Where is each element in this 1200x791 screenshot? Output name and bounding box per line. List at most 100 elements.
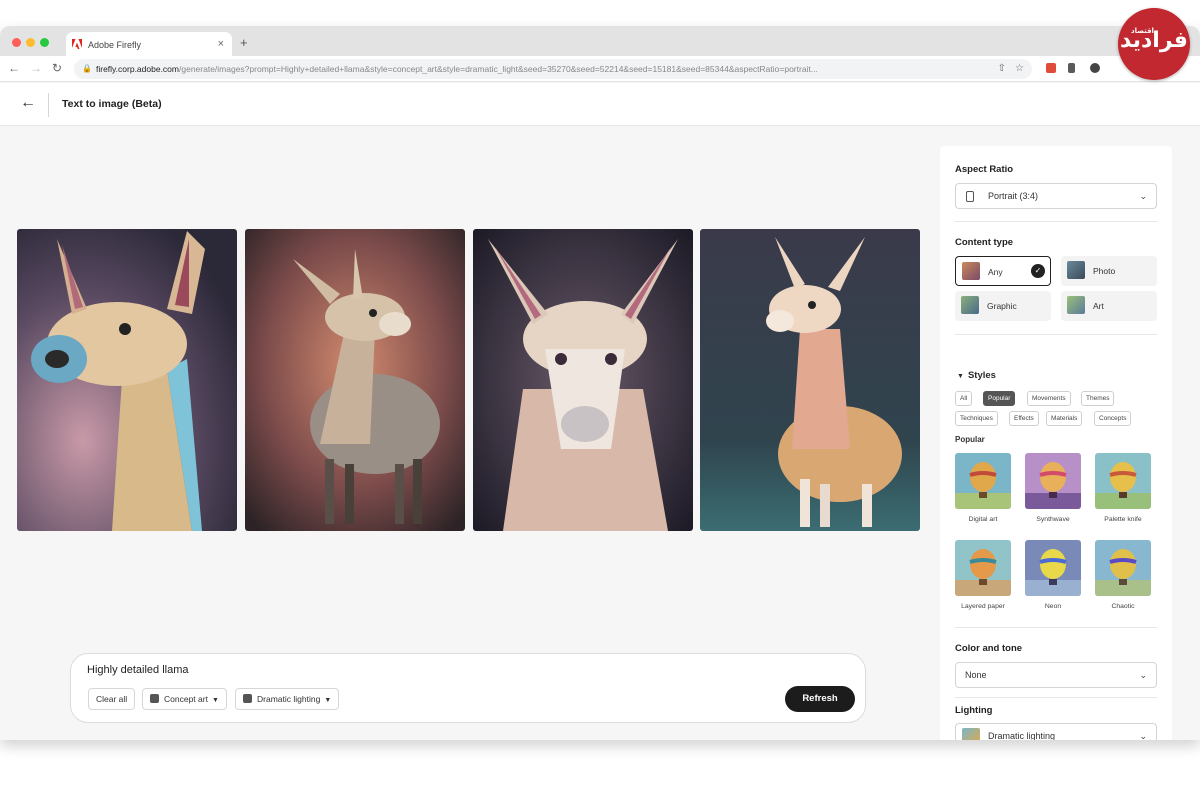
generated-image-2[interactable] xyxy=(245,229,465,531)
divider xyxy=(955,221,1157,222)
style-label: Layered paper xyxy=(961,603,1005,610)
divider xyxy=(955,334,1157,335)
style-tab-movements[interactable]: Movements xyxy=(1027,391,1071,406)
style-synthwave[interactable] xyxy=(1025,453,1081,509)
page-title: Text to image (Beta) xyxy=(62,98,162,110)
url-domain: firefly.corp.adobe.com xyxy=(96,64,179,74)
address-bar[interactable]: 🔒 firefly.corp.adobe.com/generate/images… xyxy=(74,59,1032,79)
browser-window: Adobe Firefly × + ← → ↻ 🔒 firefly.corp.a… xyxy=(0,26,1200,740)
content-thumb xyxy=(961,296,979,314)
aspect-ratio-title: Aspect Ratio xyxy=(955,164,1014,175)
content-type-title: Content type xyxy=(955,237,1014,248)
style-label: Palette knife xyxy=(1104,516,1142,523)
chevron-down-icon: ⌄ xyxy=(1139,731,1147,740)
lighting-select[interactable]: Dramatic lighting ⌄ xyxy=(955,723,1157,740)
new-tab-icon[interactable]: + xyxy=(240,35,248,50)
close-tab-icon[interactable]: × xyxy=(218,38,224,50)
clear-all-button[interactable]: Clear all xyxy=(88,688,136,710)
close-window-icon[interactable] xyxy=(12,38,21,47)
style-tab-effects[interactable]: Effects xyxy=(1009,411,1039,426)
chevron-down-icon: ▼ xyxy=(211,697,219,704)
maximize-window-icon[interactable] xyxy=(40,38,49,47)
chip-dramatic-lighting[interactable]: Dramatic lighting ▼ xyxy=(235,688,340,710)
back-arrow-icon[interactable]: ← xyxy=(20,94,36,112)
style-label: Chaotic xyxy=(1111,603,1135,610)
content-type-graphic[interactable]: Graphic xyxy=(955,291,1051,321)
chip-concept-art[interactable]: Concept art ▼ xyxy=(142,688,227,710)
style-tab-concepts[interactable]: Concepts xyxy=(1094,411,1132,426)
aspect-ratio-select[interactable]: Portrait (3:4) ⌄ xyxy=(955,183,1157,209)
style-layered-paper[interactable] xyxy=(955,540,1011,596)
content-type-any[interactable]: Any ✓ xyxy=(955,256,1051,286)
watermark-logo: اقتصاد فرادید xyxy=(1118,8,1190,80)
content-thumb xyxy=(1067,296,1085,314)
style-tab-themes[interactable]: Themes xyxy=(1081,391,1115,406)
minimize-window-icon[interactable] xyxy=(26,38,35,47)
color-tone-select[interactable]: None ⌄ xyxy=(955,662,1157,688)
generated-image-1[interactable] xyxy=(17,229,237,531)
divider xyxy=(955,627,1157,628)
portrait-icon xyxy=(966,191,974,202)
style-label: Digital art xyxy=(968,516,998,523)
content-type-art[interactable]: Art xyxy=(1061,291,1157,321)
generated-image-3[interactable] xyxy=(473,229,693,531)
watermark-sup: اقتصاد xyxy=(1131,27,1154,35)
style-neon[interactable] xyxy=(1025,540,1081,596)
header-divider xyxy=(48,93,49,117)
content-type-label: Photo xyxy=(1093,266,1116,276)
style-chaotic[interactable] xyxy=(1095,540,1151,596)
chevron-down-icon: ▼ xyxy=(324,697,332,704)
chip-label: Concept art xyxy=(164,694,208,704)
style-tab-techniques[interactable]: Techniques xyxy=(955,411,998,426)
chevron-down-icon: ⌄ xyxy=(1139,670,1147,680)
extension-icon[interactable] xyxy=(1046,63,1056,73)
style-thumb-icon xyxy=(243,694,252,703)
browser-tab[interactable]: Adobe Firefly × xyxy=(66,32,232,56)
style-label: Neon xyxy=(1044,603,1062,610)
url-path: /generate/images?prompt=Highly+detailed+… xyxy=(179,64,818,74)
adobe-logo-icon xyxy=(72,39,82,49)
generated-image-4[interactable] xyxy=(700,229,920,531)
content-thumb xyxy=(1067,261,1085,279)
app-header: ← Text to image (Beta) xyxy=(0,83,1200,126)
content-thumb xyxy=(962,262,980,280)
lighting-value: Dramatic lighting xyxy=(988,731,1056,740)
aspect-ratio-value: Portrait (3:4) xyxy=(988,191,1039,201)
checkmark-icon: ✓ xyxy=(1031,264,1045,278)
back-nav-icon[interactable]: ← xyxy=(8,61,20,75)
content-type-label: Art xyxy=(1093,301,1104,311)
lighting-thumb xyxy=(962,728,980,740)
puzzle-icon[interactable] xyxy=(1090,63,1100,73)
refresh-button[interactable]: Refresh xyxy=(785,686,855,712)
content-type-photo[interactable]: Photo xyxy=(1061,256,1157,286)
chevron-down-icon: ▼ xyxy=(957,373,964,380)
style-palette-knife[interactable] xyxy=(1095,453,1151,509)
reload-icon[interactable]: ↻ xyxy=(52,61,62,75)
content-type-label: Graphic xyxy=(987,301,1017,311)
style-tab-all[interactable]: All xyxy=(955,391,973,406)
style-tab-materials[interactable]: Materials xyxy=(1046,411,1083,426)
popular-label: Popular xyxy=(955,435,985,444)
content-type-label: Any xyxy=(988,267,1003,277)
reader-icon[interactable] xyxy=(1068,63,1075,73)
style-digital-art[interactable] xyxy=(955,453,1011,509)
style-label: Synthwave xyxy=(1036,516,1070,523)
style-tab-popular[interactable]: Popular xyxy=(983,391,1016,406)
divider xyxy=(955,697,1157,698)
chip-label: Dramatic lighting xyxy=(257,694,321,704)
lock-icon: 🔒 xyxy=(82,64,92,73)
settings-panel: Aspect Ratio Portrait (3:4) ⌄ Content ty… xyxy=(940,146,1172,740)
lighting-title: Lighting xyxy=(955,705,993,716)
prompt-input[interactable]: Highly detailed llama xyxy=(87,664,189,676)
browser-toolbar: ← → ↻ 🔒 firefly.corp.adobe.com/generate/… xyxy=(0,56,1200,82)
style-thumb-icon xyxy=(150,694,159,703)
bookmark-star-icon[interactable]: ☆ xyxy=(1015,59,1024,79)
color-tone-title: Color and tone xyxy=(955,643,1023,654)
color-tone-value: None xyxy=(965,670,987,680)
share-icon[interactable]: ⇧ xyxy=(998,59,1006,79)
chevron-down-icon: ⌄ xyxy=(1139,191,1147,201)
styles-toggle[interactable]: ▼ Styles xyxy=(957,370,996,381)
forward-nav-icon[interactable]: → xyxy=(30,61,42,75)
prompt-bar: Highly detailed llama Clear all Concept … xyxy=(70,653,866,723)
styles-title: Styles xyxy=(967,370,996,381)
